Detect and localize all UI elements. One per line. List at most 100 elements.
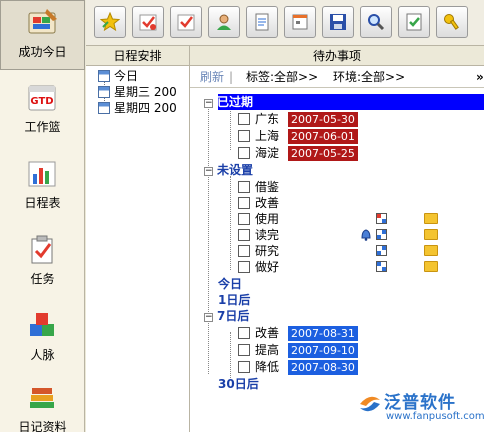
todo-checkbox[interactable]: [238, 197, 250, 209]
todo-checkbox[interactable]: [238, 213, 250, 225]
todo-checkbox[interactable]: [238, 361, 250, 373]
more-chevron-icon[interactable]: »: [476, 66, 484, 88]
collapse-toggle-icon[interactable]: −: [204, 99, 213, 108]
refresh-link[interactable]: 刷新: [200, 66, 224, 88]
nav-task[interactable]: 任务: [0, 228, 85, 298]
todo-item-label: 研究: [255, 244, 280, 258]
todo-checkbox[interactable]: [238, 147, 250, 159]
todo-item-label: 使用: [255, 212, 280, 226]
note-icon[interactable]: [424, 261, 438, 272]
approve-icon: [406, 13, 422, 31]
nav-diary[interactable]: 日记资料: [0, 376, 85, 432]
tree-connector: [230, 176, 231, 270]
calendar-icon: [98, 70, 110, 82]
todo-item-label: 上海: [255, 129, 280, 143]
todo-item-label: 借鉴: [255, 180, 280, 194]
todo-item[interactable]: 研究: [238, 243, 279, 259]
note-icon[interactable]: [424, 213, 438, 224]
todo-item[interactable]: 改善: [238, 195, 279, 211]
todo-checkbox[interactable]: [238, 130, 250, 142]
search-button[interactable]: [360, 6, 392, 38]
check-calendar-button[interactable]: [132, 6, 164, 38]
schedule-item-wednesday[interactable]: 星期三 200: [98, 85, 177, 100]
calendar-icon: [98, 102, 110, 114]
nav-contacts[interactable]: 人脉: [0, 304, 85, 374]
schedule-header: 日程安排: [86, 46, 189, 66]
todo-tree: − 已过期 广东 2007-05-30 上海 2007-06-01 海淀 2007…: [190, 92, 484, 432]
todo-checkbox[interactable]: [238, 261, 250, 273]
group-7-days-later[interactable]: −7日后: [204, 308, 249, 324]
group-unset[interactable]: − 未设置: [204, 162, 253, 178]
person-button[interactable]: [208, 6, 240, 38]
todo-item[interactable]: 做好: [238, 259, 279, 275]
save-icon: [330, 14, 346, 30]
nav-label: 日记资料: [18, 420, 67, 432]
todo-checkbox[interactable]: [238, 245, 250, 257]
todo-item[interactable]: 使用: [238, 211, 279, 227]
gtd-icon: GTD: [28, 85, 56, 111]
todo-item[interactable]: 上海: [238, 128, 279, 144]
priority-grid-icon[interactable]: [376, 261, 387, 272]
todo-checkbox[interactable]: [238, 181, 250, 193]
nav-label: 成功今日: [18, 45, 67, 59]
check-button[interactable]: [170, 6, 202, 38]
watermark: 泛普软件 www.fanpusoft.com: [354, 386, 484, 432]
tag-filter-link[interactable]: 标签:全部>>: [246, 66, 318, 88]
todo-item[interactable]: 降低: [238, 359, 279, 375]
group-title: 已过期: [217, 95, 254, 109]
todo-item[interactable]: 改善: [238, 325, 279, 341]
todo-checkbox[interactable]: [238, 344, 250, 356]
key-button[interactable]: [436, 6, 468, 38]
todo-checkbox[interactable]: [238, 229, 250, 241]
priority-grid-icon[interactable]: [376, 245, 387, 256]
brand-logo-icon: [360, 396, 380, 412]
nav-work-basket[interactable]: GTD 工作篮: [0, 76, 85, 146]
left-navigation: 成功今日 GTD 工作篮 日程表 任务 人脉 日记资料: [0, 0, 85, 432]
todo-item[interactable]: 海淀: [238, 145, 279, 161]
todo-item[interactable]: 读完: [238, 227, 279, 243]
tree-connector: [208, 104, 209, 374]
collapse-toggle-icon[interactable]: −: [204, 167, 213, 176]
priority-grid-icon[interactable]: [376, 229, 387, 240]
nav-success-today[interactable]: 成功今日: [0, 0, 85, 70]
books-icon: [30, 388, 54, 408]
todo-checkbox[interactable]: [238, 327, 250, 339]
save-button[interactable]: [322, 6, 354, 38]
schedule-item-today[interactable]: 今日: [98, 69, 138, 84]
group-30-days-later[interactable]: 30日后: [218, 376, 259, 392]
approve-button[interactable]: [398, 6, 430, 38]
note-icon[interactable]: [424, 229, 438, 240]
check-icon: [177, 14, 195, 31]
schedule-item-thursday[interactable]: 星期四 200: [98, 101, 177, 116]
separator: |: [229, 70, 234, 84]
check-calendar-icon: [139, 14, 157, 31]
star-button[interactable]: [94, 6, 126, 38]
todo-item[interactable]: 提高: [238, 342, 279, 358]
blocks-icon: [30, 313, 54, 336]
todo-item[interactable]: 借鉴: [238, 179, 279, 195]
todo-item-label: 海淀: [255, 146, 280, 160]
tree-connector: [230, 332, 231, 378]
due-date-badge: 2007-05-25: [288, 146, 358, 161]
env-filter-link[interactable]: 环境:全部>>: [333, 66, 405, 88]
schedule-item-label: 今日: [114, 69, 139, 83]
todo-item-label: 改善: [255, 326, 280, 340]
form-button[interactable]: [284, 6, 316, 38]
person-icon: [217, 14, 231, 30]
star-icon: [100, 12, 120, 32]
document-button[interactable]: [246, 6, 278, 38]
selected-row-highlight: [218, 94, 484, 110]
group-overdue[interactable]: − 已过期: [204, 94, 253, 110]
priority-grid-icon[interactable]: [376, 213, 387, 224]
todo-item[interactable]: 广东: [238, 111, 279, 127]
group-1-day-later[interactable]: 1日后: [218, 292, 250, 308]
todo-checkbox[interactable]: [238, 113, 250, 125]
task-clipboard-icon: [31, 235, 53, 264]
due-date-badge: 2007-06-01: [288, 129, 358, 144]
group-today[interactable]: 今日: [218, 276, 242, 292]
note-icon[interactable]: [424, 245, 438, 256]
collapse-toggle-icon[interactable]: −: [204, 313, 213, 322]
schedule-item-label: 星期三 200: [114, 85, 177, 99]
nav-schedule[interactable]: 日程表: [0, 152, 85, 222]
bell-icon[interactable]: [360, 228, 372, 241]
